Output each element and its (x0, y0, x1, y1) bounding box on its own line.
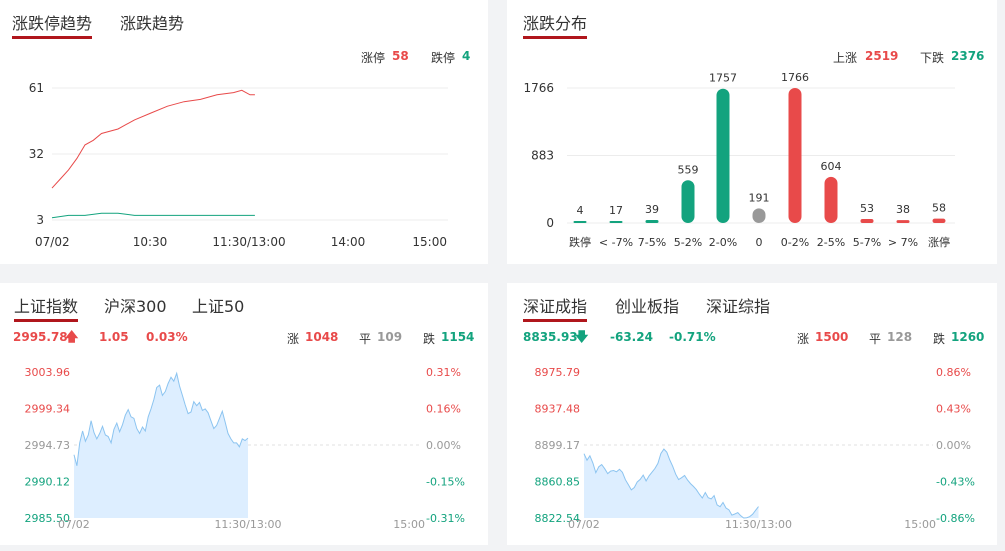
x-tick-label: 11:30/13:00 (214, 518, 281, 531)
price-area (584, 449, 759, 518)
sh-index-panel: 上证指数 沪深300 上证50 2995.78 🡅 1.05 0.03% 涨 1… (0, 283, 488, 545)
bar (788, 88, 802, 223)
bar-value-label: 1766 (781, 71, 809, 84)
pct-tick-label: 0.16% (426, 403, 461, 416)
limit-down-series-line (51, 212, 255, 219)
x-tick-label: 14:00 (331, 235, 366, 249)
limit-up-series-line (51, 89, 255, 189)
bar (860, 218, 874, 223)
bar (824, 176, 838, 223)
bar (716, 88, 730, 224)
category-label: > 7% (888, 236, 918, 249)
x-tick-label: 11:30/13:00 (212, 235, 285, 249)
bar (573, 221, 587, 223)
category-label: 0 (756, 236, 763, 249)
bar (932, 218, 946, 223)
bar (681, 180, 695, 223)
y-tick-label: 32 (29, 147, 44, 161)
y-tick-label: 8937.48 (535, 403, 581, 416)
bar-value-label: 604 (821, 160, 842, 173)
category-label: 7-5% (638, 236, 666, 249)
y-tick-label: 8899.17 (535, 439, 581, 452)
bar-value-label: 191 (749, 191, 770, 204)
y-tick-label: 1766 (523, 81, 554, 95)
bar (609, 221, 623, 223)
y-tick-label: 0 (546, 216, 554, 230)
pct-tick-label: -0.15% (426, 476, 465, 489)
sh-index-chart: 3003.96 0.31% 2999.34 0.16% 2994.73 0.00% 2990… (25, 366, 465, 531)
pct-tick-label: 0.00% (936, 439, 971, 452)
distribution-chart: 1766 883 0 4 跌停 17 < -7% 39 7-5% 559 5-2% 1757 2-0% 1… (523, 71, 955, 249)
sz-index-chart: 8975.79 0.86% 8937.48 0.43% 8899.17 0.00% 8860… (535, 366, 975, 531)
bar-value-label: 17 (609, 204, 623, 217)
bar (645, 220, 659, 223)
category-label: 5-2% (674, 236, 702, 249)
x-tick-label: 07/02 (568, 518, 600, 531)
x-tick-label: 15:00 (904, 518, 936, 531)
bar-value-label: 559 (678, 163, 699, 176)
pct-tick-label: -0.86% (936, 512, 975, 525)
category-label: 0-2% (781, 236, 809, 249)
category-label: 5-7% (853, 236, 881, 249)
pct-tick-label: -0.43% (936, 476, 975, 489)
bar-value-label: 39 (645, 203, 659, 216)
bar-value-label: 1757 (709, 72, 737, 85)
bar-value-label: 38 (896, 203, 910, 216)
y-tick-label: 3003.96 (25, 366, 71, 379)
pct-tick-label: 0.31% (426, 366, 461, 379)
x-tick-label: 07/02 (58, 518, 90, 531)
y-tick-label: 2994.73 (25, 439, 71, 452)
limit-trend-chart: 61 32 3 07/02 10:30 11:30/13:00 14:00 15:00 (29, 81, 448, 249)
y-tick-label: 8975.79 (535, 366, 581, 379)
category-label: 2-0% (709, 236, 737, 249)
pct-tick-label: 0.43% (936, 403, 971, 416)
x-tick-label: 11:30/13:00 (725, 518, 792, 531)
y-tick-label: 883 (531, 149, 554, 163)
category-label: 跌停 (569, 235, 591, 249)
sz-index-panel: 深证成指 创业板指 深证综指 8835.93 🡇 -63.24 -0.71% 涨… (507, 283, 997, 545)
price-area (74, 373, 248, 518)
pct-tick-label: 0.00% (426, 439, 461, 452)
x-tick-label: 15:00 (393, 518, 425, 531)
distribution-panel: 涨跌分布 上涨 2519 下跌 2376 1766 883 0 4 跌停 17 < -7% 3… (507, 0, 997, 264)
x-tick-label: 15:00 (412, 235, 447, 249)
x-tick-label: 07/02 (35, 235, 70, 249)
bar-value-label: 4 (577, 204, 584, 217)
y-tick-label: 2999.34 (25, 403, 71, 416)
x-tick-label: 10:30 (133, 235, 168, 249)
pct-tick-label: -0.31% (426, 512, 465, 525)
bar (896, 220, 910, 223)
bar-value-label: 58 (932, 202, 946, 215)
y-tick-label: 61 (29, 81, 44, 95)
bar (752, 208, 766, 223)
category-label: < -7% (599, 236, 633, 249)
y-tick-label: 8860.85 (535, 476, 581, 489)
y-tick-label: 2990.12 (25, 476, 71, 489)
limit-trend-panel: 涨跌停趋势 涨跌趋势 涨停 58 跌停 4 61 32 3 07/02 10:30 11:… (0, 0, 488, 264)
category-label: 2-5% (817, 236, 845, 249)
category-label: 涨停 (928, 235, 950, 249)
pct-tick-label: 0.86% (936, 366, 971, 379)
y-tick-label: 3 (36, 213, 44, 227)
bar-value-label: 53 (860, 202, 874, 215)
